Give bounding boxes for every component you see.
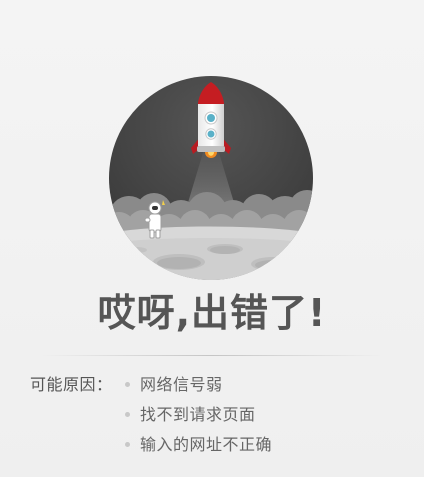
reason-item: 找不到请求页面 bbox=[125, 405, 256, 425]
error-headline: 哎呀,出错了! bbox=[97, 291, 327, 335]
reasons-label: 可能原因： bbox=[30, 375, 113, 394]
divider bbox=[40, 355, 384, 356]
reason-text: 网络信号弱 bbox=[140, 375, 223, 394]
reason-item: 输入的网址不正确 bbox=[125, 435, 272, 455]
reason-item: 网络信号弱 bbox=[125, 375, 223, 395]
bullet-dot-icon bbox=[125, 442, 130, 447]
reason-text: 输入的网址不正确 bbox=[140, 435, 273, 454]
rocket-launch-illustration bbox=[109, 76, 313, 280]
bullet-dot-icon bbox=[125, 382, 130, 387]
bullet-dot-icon bbox=[125, 412, 130, 417]
error-page: 哎呀,出错了! 可能原因： 网络信号弱 找不到请求页面 输入的网址不正确 bbox=[0, 0, 424, 477]
reason-text: 找不到请求页面 bbox=[140, 405, 256, 424]
